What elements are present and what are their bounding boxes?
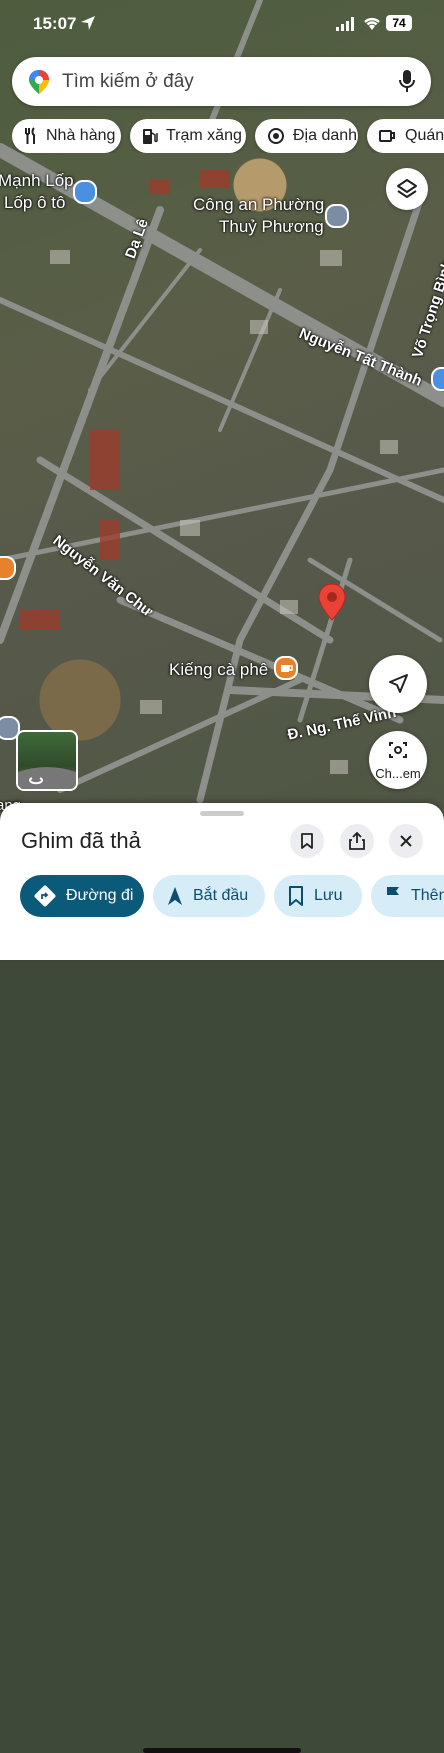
chip-landmarks[interactable]: Địa danh xyxy=(255,119,358,153)
bookmark-icon xyxy=(301,833,313,849)
save-button[interactable]: Lưu xyxy=(274,875,362,917)
navigation-arrow-icon xyxy=(389,674,408,693)
chip-label: Trạm xăng xyxy=(166,127,242,144)
bookmark-icon xyxy=(288,886,304,906)
search-bar[interactable]: Tìm kiếm ở đây xyxy=(12,57,431,106)
action-label: Đường đi xyxy=(66,887,134,904)
place-label-tire-shop-2[interactable]: Lốp ô tô xyxy=(4,193,65,213)
category-chips: Nhà hàng Trạm xăng Địa danh Quán c xyxy=(12,119,444,153)
close-icon xyxy=(400,835,412,847)
shopping-bag-icon[interactable] xyxy=(73,180,97,204)
home-indicator xyxy=(143,1748,301,1753)
location-arrow-icon xyxy=(81,16,95,30)
my-location-button[interactable] xyxy=(369,655,427,713)
layers-button[interactable] xyxy=(386,168,428,210)
close-button[interactable] xyxy=(389,824,423,858)
battery-indicator: 74 xyxy=(386,15,412,31)
share-icon xyxy=(349,832,365,850)
search-input[interactable]: Tìm kiếm ở đây xyxy=(62,71,194,93)
coffee-cup-icon xyxy=(379,128,397,144)
directions-icon xyxy=(34,885,56,907)
save-icon-button[interactable] xyxy=(290,824,324,858)
layers-icon xyxy=(397,179,417,198)
flag-icon xyxy=(385,886,401,906)
government-building-icon[interactable] xyxy=(325,204,349,228)
sheet-actions: Đường đi Bắt đầu Lưu Thên xyxy=(20,875,444,919)
camera-icon xyxy=(267,127,285,145)
action-label: Thên xyxy=(411,887,444,904)
chip-label: Nhà hàng xyxy=(46,127,116,144)
signal-icon xyxy=(336,17,354,31)
google-maps-logo-icon xyxy=(29,70,49,94)
directions-button[interactable]: Đường đi xyxy=(20,875,144,917)
dropped-pin-icon[interactable] xyxy=(316,582,348,622)
chip-gas-stations[interactable]: Trạm xăng xyxy=(130,119,246,153)
chip-label: Quán c xyxy=(405,127,444,144)
chip-cafes[interactable]: Quán c xyxy=(367,119,444,153)
add-label-button[interactable]: Thên xyxy=(371,875,444,917)
chip-restaurants[interactable]: Nhà hàng xyxy=(12,119,121,153)
fork-knife-icon xyxy=(24,127,38,145)
street-view-image xyxy=(18,767,76,789)
sheet-title: Ghim đã thả xyxy=(21,828,141,853)
restaurant-icon[interactable] xyxy=(0,556,16,580)
cafe-icon[interactable] xyxy=(274,656,298,680)
shopping-bag-icon-edge[interactable] xyxy=(431,367,444,391)
chip-label: Địa danh xyxy=(293,127,358,144)
lens-button[interactable]: Ch...em xyxy=(369,731,427,789)
place-label-tire-shop[interactable]: Mạnh Lốp xyxy=(0,171,74,191)
place-label-police[interactable]: Công an Phường xyxy=(193,195,324,215)
start-button[interactable]: Bắt đầu xyxy=(153,875,265,917)
microphone-icon[interactable] xyxy=(399,69,415,93)
share-button[interactable] xyxy=(340,824,374,858)
status-time: 15:07 xyxy=(33,14,77,33)
sheet-grab-handle[interactable] xyxy=(200,811,244,816)
place-label-police-2[interactable]: Thuỷ Phương xyxy=(219,217,324,237)
wifi-icon xyxy=(364,17,380,30)
lens-button-label: Ch...em xyxy=(375,766,421,781)
place-bottom-sheet: Ghim đã thả Đường đi Bắt đầu Lưu Thên xyxy=(0,803,444,1753)
navigation-arrow-icon xyxy=(167,886,183,906)
camera-lens-icon xyxy=(389,742,407,758)
status-bar: 15:07 74 xyxy=(0,0,444,48)
place-label-cafe[interactable]: Kiếng cà phê xyxy=(169,660,268,680)
action-label: Lưu xyxy=(314,887,343,904)
street-view-thumbnail[interactable] xyxy=(16,730,78,791)
action-label: Bắt đầu xyxy=(193,887,249,904)
gas-pump-icon xyxy=(142,127,158,145)
